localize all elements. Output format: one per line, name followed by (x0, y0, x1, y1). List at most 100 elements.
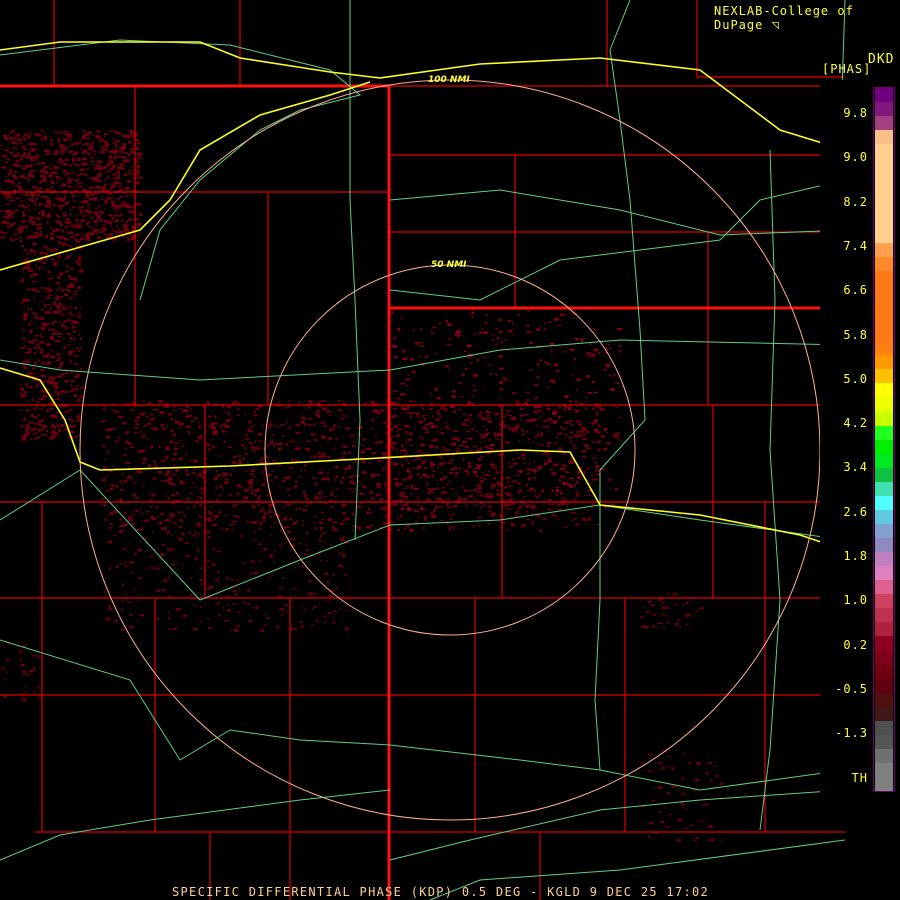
echo-pixel (25, 423, 30, 426)
echo-pixel (396, 397, 401, 400)
echo-pixel (483, 478, 487, 481)
echo-pixel (191, 482, 196, 484)
color-scale-swatch (875, 355, 893, 370)
echo-pixel (698, 819, 701, 822)
echo-pixel (321, 491, 325, 493)
echo-pixel (591, 457, 597, 459)
echo-pixel (586, 430, 589, 434)
echo-pixel (445, 421, 448, 424)
echo-pixel (33, 249, 36, 253)
echo-pixel (220, 427, 222, 430)
echo-pixel (318, 455, 323, 459)
echo-pixel (416, 416, 421, 418)
echo-pixel (311, 477, 317, 479)
echo-pixel (657, 762, 663, 765)
echo-pixel (378, 440, 383, 444)
echo-pixel (49, 227, 53, 229)
echo-pixel (359, 456, 362, 458)
echo-pixel (534, 396, 539, 399)
echo-pixel (214, 476, 219, 480)
echo-pixel (76, 218, 79, 221)
echo-pixel (322, 532, 327, 535)
echo-pixel (29, 330, 33, 334)
echo-pixel (400, 499, 404, 501)
echo-pixel (244, 470, 248, 472)
echo-pixel (74, 436, 78, 439)
echo-pixel (37, 235, 39, 238)
color-scale-swatch (875, 664, 893, 679)
echo-pixel (253, 530, 257, 533)
echo-pixel (407, 438, 413, 441)
echo-pixel (53, 390, 57, 393)
echo-pixel (66, 319, 72, 322)
echo-pixel (233, 523, 236, 525)
echo-pixel (9, 132, 13, 135)
echo-pixel (613, 436, 619, 438)
echo-pixel (35, 401, 41, 403)
echo-pixel (221, 430, 226, 433)
echo-pixel (12, 199, 16, 202)
echo-pixel (139, 213, 144, 215)
echo-pixel (66, 217, 69, 220)
echo-pixel (30, 251, 34, 253)
echo-pixel (469, 356, 472, 359)
echo-pixel (67, 358, 69, 360)
echo-pixel (576, 378, 581, 381)
echo-pixel (117, 198, 120, 201)
color-scale-tick-label: 2.6 (841, 504, 868, 519)
echo-pixel (12, 174, 17, 178)
echo-pixel (54, 248, 59, 251)
echo-pixel (52, 203, 56, 207)
echo-pixel (98, 172, 102, 176)
echo-pixel (403, 357, 408, 361)
echo-pixel (476, 432, 478, 435)
echo-pixel (569, 423, 571, 426)
color-scale-swatch (875, 256, 893, 271)
echo-pixel (69, 177, 71, 180)
echo-pixel (252, 538, 258, 541)
echo-pixel (50, 181, 55, 185)
echo-pixel (26, 425, 31, 429)
echo-pixel (594, 478, 598, 481)
echo-pixel (214, 509, 216, 512)
echo-pixel (308, 579, 312, 583)
echo-pixel (295, 432, 301, 434)
echo-pixel (100, 150, 105, 154)
echo-pixel (333, 427, 336, 430)
echo-pixel (483, 386, 485, 389)
echo-pixel (257, 503, 260, 507)
echo-pixel (398, 473, 400, 475)
echo-pixel (92, 134, 94, 136)
echo-pixel (159, 521, 161, 524)
echo-pixel (34, 252, 37, 256)
echo-pixel (0, 222, 4, 225)
echo-pixel (707, 761, 712, 765)
echo-pixel (518, 469, 523, 473)
echo-pixel (595, 473, 600, 476)
echo-pixel (665, 825, 670, 828)
echo-pixel (119, 524, 124, 527)
echo-pixel (129, 151, 135, 154)
echo-pixel (676, 839, 682, 842)
echo-pixel (582, 450, 586, 453)
echo-pixel (573, 357, 576, 361)
echo-pixel (442, 461, 447, 464)
echo-pixel (20, 302, 24, 304)
echo-pixel (79, 347, 83, 349)
echo-pixel (38, 267, 40, 271)
echo-pixel (109, 513, 114, 516)
echo-pixel (324, 477, 330, 481)
echo-pixel (10, 197, 13, 199)
echo-pixel (304, 498, 310, 500)
echo-pixel (51, 164, 55, 166)
echo-pixel (476, 466, 481, 469)
echo-pixel (86, 232, 91, 236)
echo-pixel (100, 497, 105, 500)
echo-pixel (485, 410, 489, 413)
echo-pixel (152, 408, 157, 411)
echo-pixel (138, 528, 144, 531)
echo-pixel (206, 560, 210, 563)
ring-label-100nmi: 100 NMI (428, 75, 470, 85)
echo-pixel (278, 586, 282, 589)
color-scale-swatch (875, 411, 893, 426)
